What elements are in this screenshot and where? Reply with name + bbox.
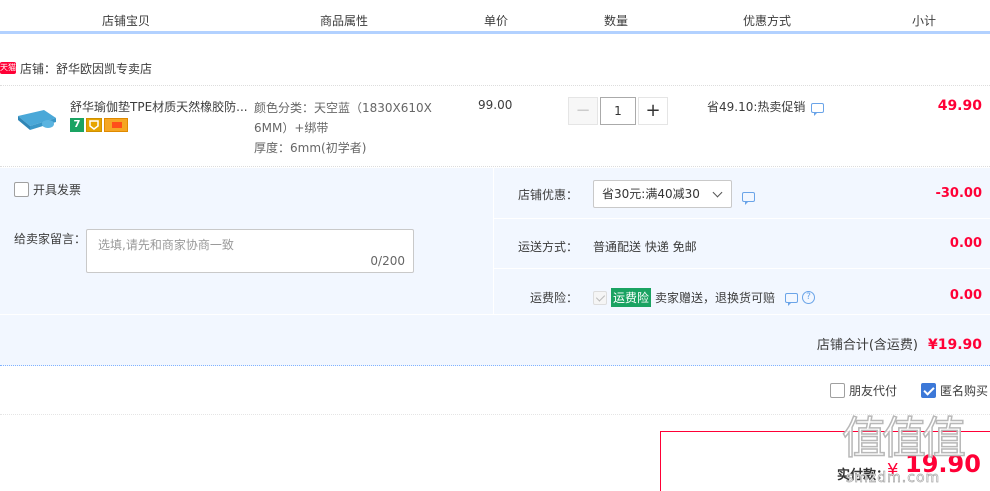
shop-total-value: ¥19.90 <box>927 337 982 353</box>
item-subtotal: 49.90 <box>937 98 982 114</box>
tmall-badge-icon: 天猫 <box>0 62 16 74</box>
insurance-tag: 运费险 <box>611 288 652 307</box>
message-label: 给卖家留言： <box>14 232 87 246</box>
pay-options: 朋友代付 匿名购买 <box>812 382 988 399</box>
shipping-label: 运送方式： <box>518 240 579 254</box>
shop-discount-select[interactable]: 省30元:满40减30 <box>593 180 732 208</box>
credit-card-icon <box>104 118 128 132</box>
invoice-checkbox[interactable] <box>14 182 29 197</box>
col-header-price: 单价 <box>484 14 509 28</box>
anonymous-checkbox[interactable] <box>920 383 936 398</box>
quantity-stepper: − 1 + <box>568 97 668 125</box>
panel-divider <box>493 168 494 314</box>
shipping-method: 普通配送 快递 免邮 <box>593 240 697 254</box>
row-separator <box>0 314 990 315</box>
unit-price: 99.00 <box>478 98 513 112</box>
shop-discount-value: -30.00 <box>935 186 982 201</box>
chevron-down-icon <box>712 187 723 198</box>
insurance-desc: 卖家赠送，退换货可赔 <box>655 291 776 305</box>
col-header-attrs: 商品属性 <box>320 14 369 28</box>
shipping-insurance: 运费险 卖家赠送，退换货可赔 ? <box>593 288 816 307</box>
seller-message-textarea[interactable]: 选填,请先和商家协商一致 0/200 <box>86 229 414 273</box>
message-placeholder: 选填,请先和商家协商一致 <box>98 238 234 252</box>
watermark-logo: 值值值 <box>841 412 967 465</box>
friend-pay-option[interactable]: 朋友代付 <box>829 382 897 399</box>
quantity-input[interactable]: 1 <box>600 97 636 125</box>
col-header-quantity: 数量 <box>604 14 629 28</box>
insurance-label: 运费险： <box>530 291 579 305</box>
seven-day-return-icon: 7 <box>70 118 84 132</box>
shop-discount-selected: 省30元:满40减30 <box>602 187 700 201</box>
attr-color: 颜色分类：天空蓝（1830X610X <box>254 101 432 115</box>
insurance-checkbox <box>593 290 607 305</box>
invoice-option[interactable]: 开具发票 <box>14 181 81 198</box>
friend-pay-checkbox[interactable] <box>829 383 845 398</box>
product-title-link[interactable]: 舒华瑜伽垫TPE材质天然橡胶防... <box>70 98 248 115</box>
quantity-minus-button[interactable]: − <box>568 97 598 125</box>
product-thumbnail[interactable] <box>14 104 58 134</box>
anonymous-option[interactable]: 匿名购买 <box>920 382 988 399</box>
col-header-subtotal: 小计 <box>912 14 937 28</box>
guarantee-icon <box>86 118 102 132</box>
quantity-plus-button[interactable]: + <box>638 97 668 125</box>
attr-color-cont: 6MM）+绑带 <box>254 121 329 135</box>
insurance-chat-icon[interactable] <box>785 292 799 306</box>
order-options-panel: 开具发票 给卖家留言： 选填,请先和商家协商一致 0/200 店铺优惠： 省30… <box>0 168 990 366</box>
discount-chat-icon[interactable] <box>742 191 755 205</box>
help-icon[interactable]: ? <box>802 291 816 304</box>
chat-bubble-icon[interactable] <box>811 102 825 116</box>
shop-total: 店铺合计(含运费) ¥19.90 <box>817 334 982 353</box>
anonymous-label: 匿名购买 <box>939 384 988 398</box>
promo-info: 省49.10:热卖促销 <box>707 98 825 116</box>
shipping-fee: 0.00 <box>949 236 982 251</box>
row-separator <box>494 268 990 269</box>
col-header-item: 店铺宝贝 <box>102 14 151 28</box>
insurance-fee: 0.00 <box>949 288 982 303</box>
shop-row: 天猫 店铺：舒华欧因凯专卖店 <box>0 56 152 80</box>
watermark-site: smzdm.com <box>846 470 941 487</box>
table-header: 店铺宝贝 商品属性 单价 数量 优惠方式 小计 <box>0 0 990 34</box>
invoice-label: 开具发票 <box>33 183 82 197</box>
promo-text: 省49.10:热卖促销 <box>707 100 806 114</box>
product-attributes: 颜色分类：天空蓝（1830X610X 6MM）+绑带 厚度：6mm(初学者) <box>254 98 439 158</box>
shop-discount-label: 店铺优惠： <box>518 188 579 202</box>
message-char-count: 0/200 <box>370 254 405 268</box>
shop-name-link[interactable]: 店铺：舒华欧因凯专卖店 <box>20 60 152 77</box>
friend-pay-label: 朋友代付 <box>848 384 897 398</box>
service-badges: 7 <box>70 118 128 132</box>
col-header-promo: 优惠方式 <box>743 14 792 28</box>
attr-thickness: 厚度：6mm(初学者) <box>254 141 367 155</box>
row-separator <box>494 218 990 219</box>
shop-total-label: 店铺合计(含运费) <box>816 338 918 353</box>
cart-item-row: 舒华瑜伽垫TPE材质天然橡胶防... 7 颜色分类：天空蓝（1830X610X … <box>0 85 990 167</box>
